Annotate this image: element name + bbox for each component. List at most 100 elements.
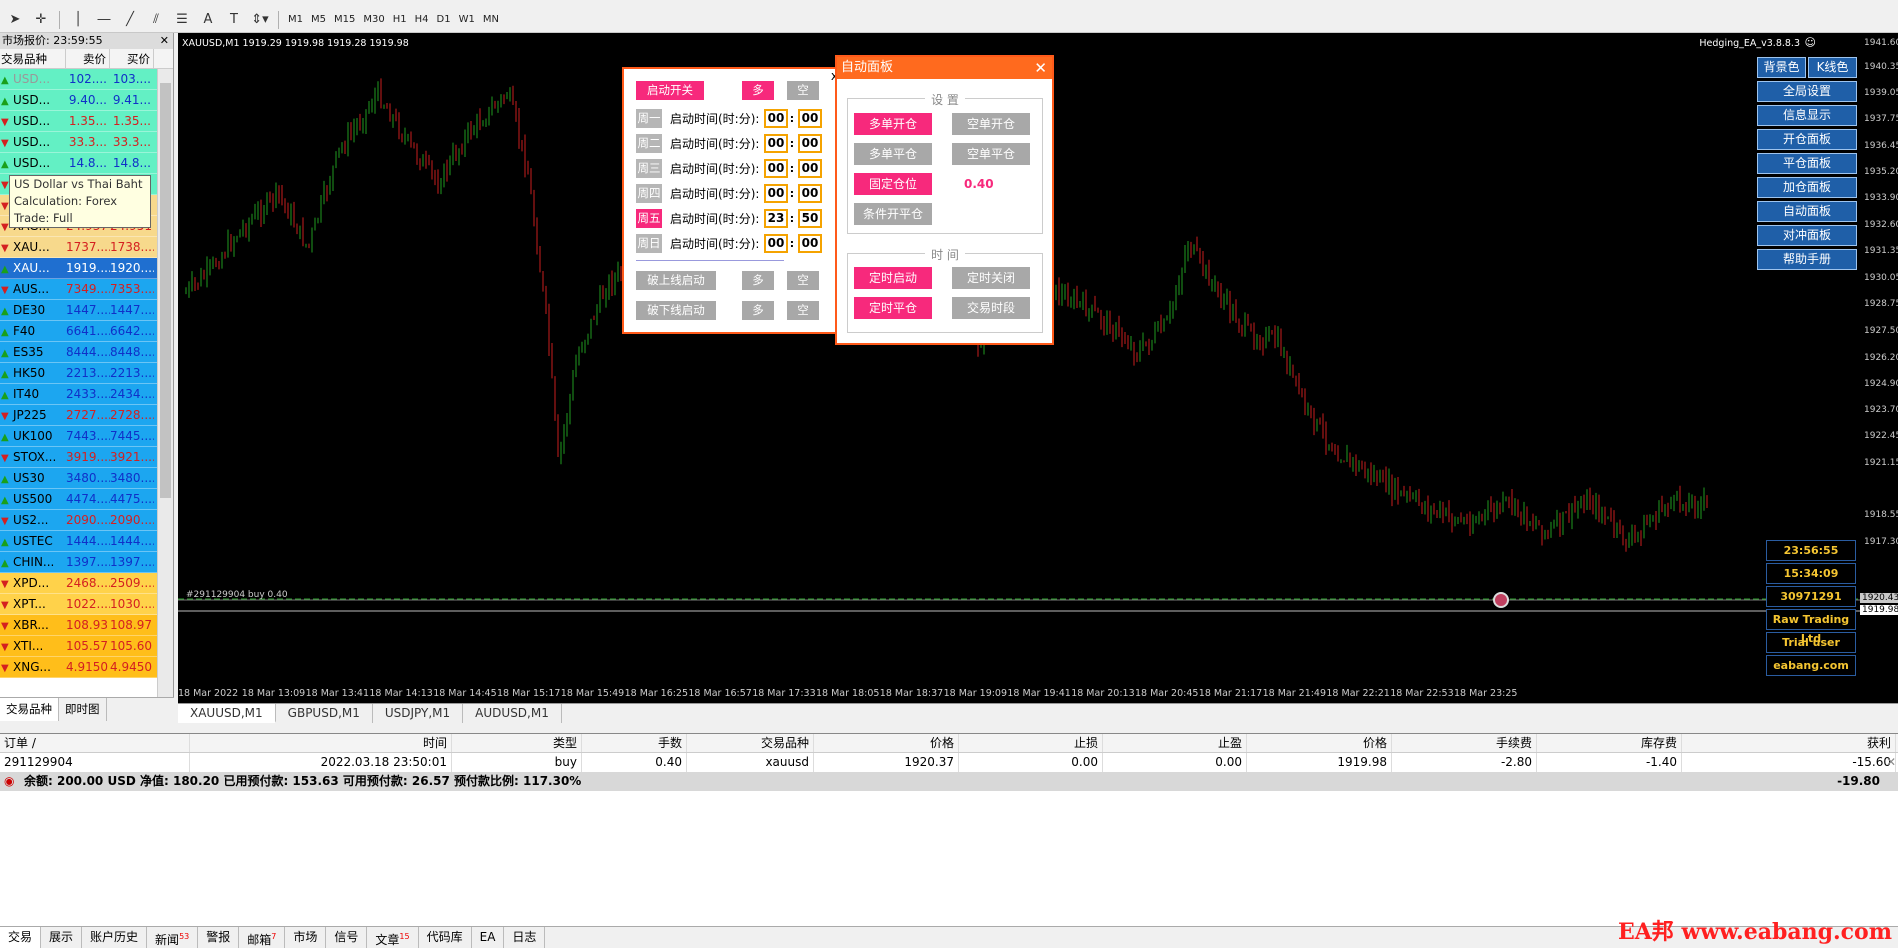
market-watch-scrollbar[interactable]	[157, 69, 173, 719]
channel-icon[interactable]: ⫽	[143, 10, 169, 30]
list-item[interactable]: ▲ F40 6641.... 6642....	[0, 321, 173, 342]
chart-tab-usdjpy[interactable]: USDJPY,M1	[373, 704, 464, 723]
hour-input[interactable]: 00	[764, 159, 788, 178]
list-item[interactable]: ▼ JP225 2727.... 2728....	[0, 405, 173, 426]
tab-4[interactable]: 警报	[198, 927, 240, 948]
tab-2[interactable]: 账户历史	[82, 927, 148, 948]
tab-9[interactable]: 代码库	[419, 927, 472, 948]
text-label-icon[interactable]: T	[221, 10, 247, 30]
timeframe-mn[interactable]: MN	[479, 10, 503, 30]
list-item[interactable]: ▼ XPD... 2468.... 2509....	[0, 573, 173, 594]
chart-tab-xauusd[interactable]: XAUUSD,M1	[178, 704, 276, 723]
hour-input[interactable]: 00	[764, 134, 788, 153]
bg-color-button[interactable]: 背景色	[1757, 57, 1806, 78]
list-item[interactable]: ▼ XAU... 1737.... 1738....	[0, 237, 173, 258]
col-header[interactable]: 手续费	[1392, 734, 1537, 752]
tab-0[interactable]: 交易	[0, 927, 42, 948]
list-item[interactable]: ▼ STOX... 3919.... 3921....	[0, 447, 173, 468]
fixed-lot-button[interactable]: 固定仓位	[854, 173, 932, 195]
panel-button-5[interactable]: 自动面板	[1757, 201, 1857, 222]
tab-5[interactable]: 邮箱7	[239, 927, 286, 948]
day-toggle-0[interactable]: 周一	[636, 109, 662, 128]
chart-tab-audusd[interactable]: AUDUSD,M1	[463, 704, 562, 723]
tab-10[interactable]: EA	[472, 927, 505, 948]
list-item[interactable]: ▼ USD... 1.35... 1.35...	[0, 111, 173, 132]
sell-open-button[interactable]: 空单开仓	[952, 113, 1030, 135]
tab-11[interactable]: 日志	[504, 927, 546, 948]
hour-input[interactable]: 00	[764, 184, 788, 203]
vertical-line-icon[interactable]: │	[65, 10, 91, 30]
timeframe-h1[interactable]: H1	[389, 10, 411, 30]
list-item[interactable]: ▼ USD... 33.3... 33.3...	[0, 132, 173, 153]
buy-open-button[interactable]: 多单开仓	[854, 113, 932, 135]
day-toggle-4[interactable]: 周五	[636, 209, 662, 228]
tab-6[interactable]: 市场	[285, 927, 327, 948]
tab-tick-chart[interactable]: 即时图	[59, 698, 107, 721]
list-item[interactable]: ▲ HK50 2213.... 2213....	[0, 363, 173, 384]
panel-button-0[interactable]: 全局设置	[1757, 81, 1857, 102]
timeframe-m30[interactable]: M30	[359, 10, 388, 30]
minute-input[interactable]: 00	[798, 134, 822, 153]
timeframe-d1[interactable]: D1	[433, 10, 455, 30]
panel-button-6[interactable]: 对冲面板	[1757, 225, 1857, 246]
start-switch-button[interactable]: 启动开关	[636, 81, 704, 100]
auto-panel-titlebar[interactable]: 自动面板 ✕	[837, 57, 1052, 79]
col-ask[interactable]: 买价	[110, 49, 154, 68]
buy-close-button[interactable]: 多单平仓	[854, 143, 932, 165]
col-header[interactable]: 价格	[814, 734, 959, 752]
chart-tab-gbpusd[interactable]: GBPUSD,M1	[276, 704, 373, 723]
timed-start-button[interactable]: 定时启动	[854, 267, 932, 289]
crosshair-icon[interactable]: ✛	[28, 10, 54, 30]
minute-input[interactable]: 00	[798, 109, 822, 128]
tab-8[interactable]: 文章15	[367, 927, 419, 948]
timeframe-h4[interactable]: H4	[411, 10, 433, 30]
break-down-long-button[interactable]: 多	[742, 301, 774, 320]
list-item[interactable]: ▲ DE30 1447.... 1447....	[0, 300, 173, 321]
break-down-start-button[interactable]: 破下线启动	[636, 301, 716, 320]
cursor-icon[interactable]: ➤	[2, 10, 28, 30]
list-item[interactable]: ▲ USTEC 1444.... 1444....	[0, 531, 173, 552]
arrows-dropdown-icon[interactable]: ⇕▾	[247, 10, 273, 30]
break-down-short-button[interactable]: 空	[787, 301, 819, 320]
target-icon[interactable]	[1493, 592, 1509, 608]
timed-close-button[interactable]: 定时平仓	[854, 297, 932, 319]
list-item[interactable]: ▼ US2... 2090.... 2090....	[0, 510, 173, 531]
timeframe-m5[interactable]: M5	[307, 10, 330, 30]
col-header[interactable]: 库存费	[1537, 734, 1682, 752]
sell-close-button[interactable]: 空单平仓	[952, 143, 1030, 165]
list-item[interactable]: ▲ US500 4474.... 4475....	[0, 489, 173, 510]
tab-3[interactable]: 新闻53	[147, 927, 199, 948]
break-up-long-button[interactable]: 多	[742, 271, 774, 290]
trade-period-button[interactable]: 交易时段	[952, 297, 1030, 319]
break-up-short-button[interactable]: 空	[787, 271, 819, 290]
condition-open-close-button[interactable]: 条件开平仓	[854, 203, 932, 225]
col-header[interactable]: 止盈	[1103, 734, 1247, 752]
timeframe-w1[interactable]: W1	[455, 10, 479, 30]
col-header[interactable]: 止损	[959, 734, 1103, 752]
minute-input[interactable]: 50	[798, 209, 822, 228]
panel-button-3[interactable]: 平仓面板	[1757, 153, 1857, 174]
list-item[interactable]: ▲ US30 3480.... 3480....	[0, 468, 173, 489]
day-toggle-1[interactable]: 周二	[636, 134, 662, 153]
col-bid[interactable]: 卖价	[66, 49, 110, 68]
list-item[interactable]: ▼ XPT... 1022.... 1030....	[0, 594, 173, 615]
scrollbar-thumb[interactable]	[160, 83, 171, 498]
tab-7[interactable]: 信号	[326, 927, 368, 948]
col-header[interactable]: 获利	[1682, 734, 1896, 752]
timed-stop-button[interactable]: 定时关闭	[952, 267, 1030, 289]
close-icon[interactable]: ✕	[160, 33, 169, 49]
trendline-icon[interactable]: ╱	[117, 10, 143, 30]
lot-value[interactable]: 0.40	[964, 177, 994, 191]
tab-symbols[interactable]: 交易品种	[0, 698, 59, 721]
panel-button-7[interactable]: 帮助手册	[1757, 249, 1857, 270]
list-item[interactable]: ▲ CHIN... 1397.... 1397....	[0, 552, 173, 573]
list-item[interactable]: ▲ USD... 102.... 103....	[0, 69, 173, 90]
hour-input[interactable]: 00	[764, 109, 788, 128]
hour-input[interactable]: 00	[764, 234, 788, 253]
hour-input[interactable]: 23	[764, 209, 788, 228]
break-up-start-button[interactable]: 破上线启动	[636, 271, 716, 290]
fibonacci-icon[interactable]: ☰	[169, 10, 195, 30]
day-toggle-5[interactable]: 周日	[636, 234, 662, 253]
kline-color-button[interactable]: K线色	[1808, 57, 1857, 78]
list-item[interactable]: ▼ XNG... 4.9150 4.9450	[0, 657, 173, 678]
